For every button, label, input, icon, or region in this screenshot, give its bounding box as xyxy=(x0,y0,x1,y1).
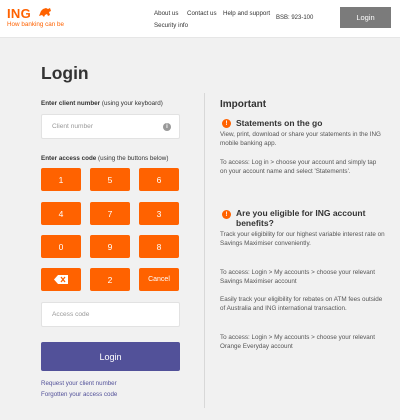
nav-security-info[interactable]: Security info xyxy=(154,22,188,29)
atm-rebates-paragraph: Easily track your eligibility for rebate… xyxy=(220,296,383,312)
client-number-placeholder: Client number xyxy=(52,123,94,130)
page-title: Login xyxy=(41,63,89,83)
benefits-access-paragraph: To access: Login > My accounts > choose … xyxy=(220,269,376,285)
bsb-number: BSB: 923-100 xyxy=(276,15,314,21)
ing-logo[interactable]: ING How banking can be xyxy=(7,6,87,32)
lion-icon xyxy=(39,8,51,17)
keypad-key[interactable]: 6 xyxy=(139,168,179,191)
statements-access-paragraph: To access: Log in > choose your account … xyxy=(220,159,377,175)
important-title: Important xyxy=(220,99,267,110)
header-login-button[interactable]: Login xyxy=(340,7,391,28)
brand-name: ING xyxy=(7,6,32,21)
access-code-label: Enter access code (using the buttons bel… xyxy=(41,155,169,162)
keypad-key[interactable]: 9 xyxy=(90,235,130,258)
backspace-icon xyxy=(54,275,68,284)
nav-about-us[interactable]: About us xyxy=(154,10,178,17)
keypad-key[interactable]: 1 xyxy=(41,168,81,191)
info-icon[interactable]: i xyxy=(163,123,171,131)
statements-paragraph: View, print, download or share your stat… xyxy=(220,131,381,147)
column-divider xyxy=(204,93,205,408)
alert-icon: ! xyxy=(222,210,231,219)
benefits-paragraph: Track your eligibility for our highest v… xyxy=(220,231,385,247)
nav-contact-us[interactable]: Contact us xyxy=(187,10,217,17)
keypad-key[interactable]: 7 xyxy=(90,202,130,225)
client-number-input[interactable]: Client number i xyxy=(41,114,180,139)
keypad-key[interactable]: 4 xyxy=(41,202,81,225)
keypad-key[interactable]: 8 xyxy=(139,235,179,258)
forgotten-access-code-link[interactable]: Forgotten your access code xyxy=(41,391,117,398)
section-title-statements: Statements on the go xyxy=(236,118,323,128)
keypad-key[interactable]: 3 xyxy=(139,202,179,225)
alert-icon: ! xyxy=(222,119,231,128)
atm-access-paragraph: To access: Login > My accounts > choose … xyxy=(220,334,376,350)
backspace-key[interactable] xyxy=(41,268,81,291)
brand-tagline: How banking can be xyxy=(7,21,65,28)
access-code-placeholder: Access code xyxy=(52,311,90,318)
keypad-key[interactable]: 2 xyxy=(90,268,130,291)
nav-help-support[interactable]: Help and support xyxy=(223,10,270,17)
site-header: ING How banking can be About us Contact … xyxy=(0,0,400,38)
section-title-benefits: Are you eligible for ING account benefit… xyxy=(236,208,366,228)
client-number-label: Enter client number (using your keyboard… xyxy=(41,100,163,107)
request-client-number-link[interactable]: Request your client number xyxy=(41,380,117,387)
keypad-key[interactable]: 0 xyxy=(41,235,81,258)
access-code-input[interactable]: Access code xyxy=(41,302,180,327)
cancel-key[interactable]: Cancel xyxy=(139,268,179,291)
login-submit-button[interactable]: Login xyxy=(41,342,180,371)
keypad-key[interactable]: 5 xyxy=(90,168,130,191)
